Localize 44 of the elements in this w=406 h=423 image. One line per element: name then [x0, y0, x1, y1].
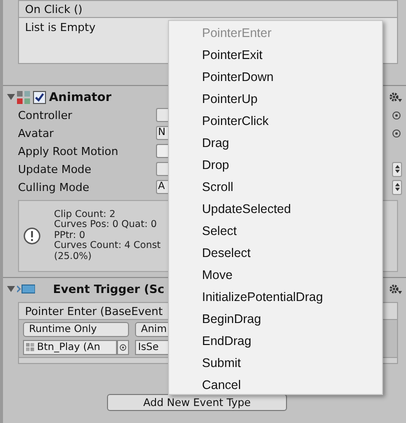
- info-text: Clip Count: 2: [54, 210, 116, 220]
- object-icon: [26, 342, 35, 352]
- menu-item[interactable]: Deselect: [169, 242, 382, 264]
- settings-icon[interactable]: [388, 283, 402, 295]
- settings-icon[interactable]: [388, 91, 402, 103]
- menu-item[interactable]: EndDrag: [169, 330, 382, 352]
- menu-item[interactable]: BeginDrag: [169, 308, 382, 330]
- foldout-triangle-icon[interactable]: [7, 285, 15, 293]
- info-text: Curves Pos: 0 Quat: 0: [54, 220, 158, 231]
- menu-item[interactable]: PointerExit: [169, 44, 382, 66]
- menu-item[interactable]: Select: [169, 220, 382, 242]
- empty-list-text: List is Empty: [25, 21, 96, 34]
- info-text: PPtr: 0: [54, 230, 86, 241]
- menu-item[interactable]: Move: [169, 264, 382, 286]
- object-field[interactable]: Btn_Play (An: [23, 340, 117, 355]
- menu-item[interactable]: PointerDown: [169, 66, 382, 88]
- field-label: Update Mode: [18, 162, 92, 176]
- field-label: Apply Root Motion: [18, 144, 120, 158]
- menu-item[interactable]: Cancel: [169, 374, 382, 396]
- menu-item[interactable]: Drop: [169, 154, 382, 176]
- field-label: Avatar: [18, 126, 55, 140]
- menu-item[interactable]: Submit: [169, 352, 382, 374]
- enable-checkbox[interactable]: [33, 90, 46, 104]
- component-title: Animator: [49, 90, 112, 104]
- add-event-type-button[interactable]: Add New Event Type: [107, 394, 287, 411]
- animator-icon: [17, 90, 30, 104]
- info-text: (25.0%): [54, 252, 93, 262]
- runtime-dropdown[interactable]: Runtime Only: [23, 322, 129, 338]
- event-title: Pointer Enter (BaseEvent: [25, 305, 163, 318]
- event-title: On Click (): [25, 3, 82, 16]
- menu-item[interactable]: Scroll: [169, 176, 382, 198]
- foldout-triangle-icon[interactable]: [7, 93, 15, 101]
- field-label: Culling Mode: [18, 180, 90, 194]
- menu-item[interactable]: Drag: [169, 132, 382, 154]
- script-icon: [17, 284, 35, 294]
- menu-item[interactable]: InitializePotentialDrag: [169, 286, 382, 308]
- field-label: Controller: [18, 108, 74, 122]
- info-text: Curves Count: 4 Const: [54, 241, 161, 252]
- menu-item[interactable]: PointerClick: [169, 110, 382, 132]
- component-title: Event Trigger (Sc: [53, 282, 164, 296]
- menu-item[interactable]: PointerUp: [169, 88, 382, 110]
- menu-item[interactable]: UpdateSelected: [169, 198, 382, 220]
- target-icon[interactable]: [117, 340, 129, 355]
- info-icon: [23, 227, 41, 245]
